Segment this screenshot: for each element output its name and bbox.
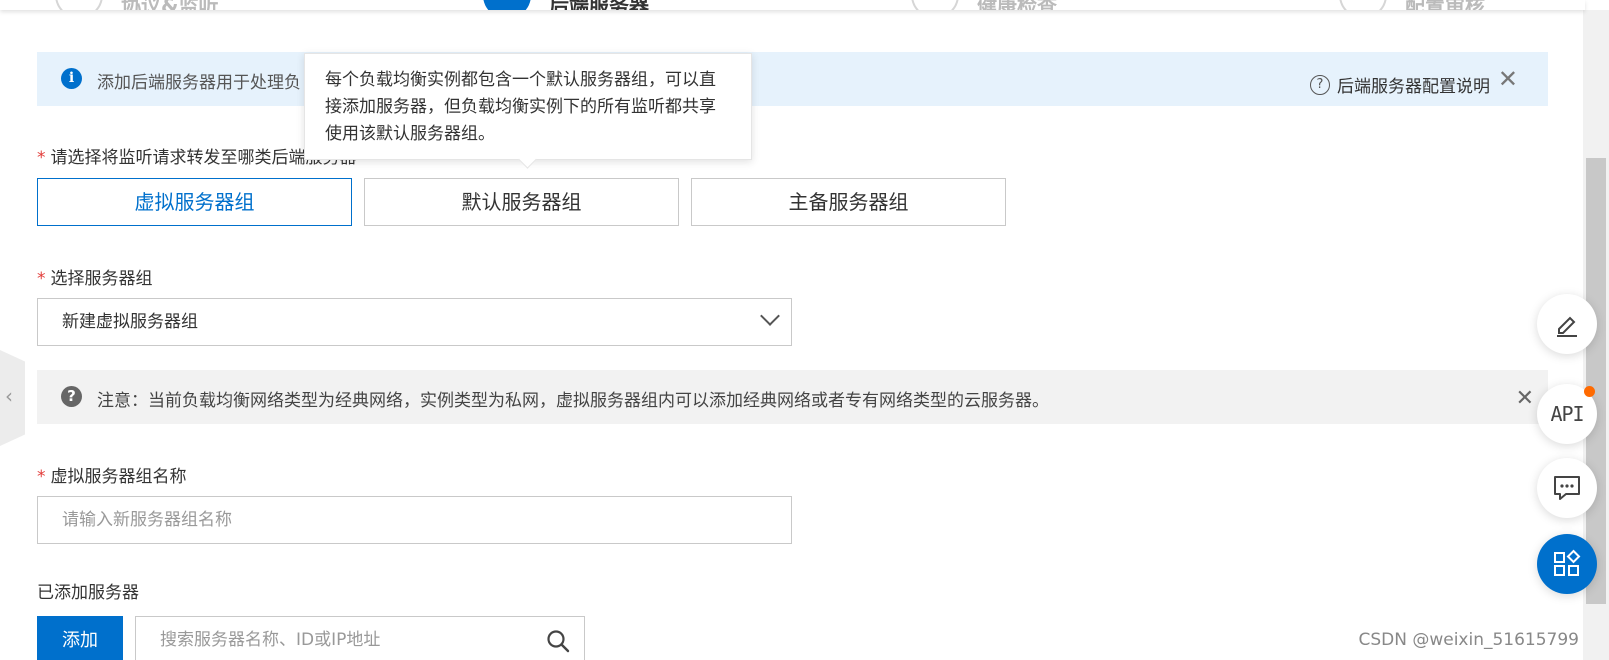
sidebar-collapse-tab[interactable]: ‹ (0, 350, 25, 446)
server-group-label: * 选择服务器组 (37, 264, 153, 289)
info-banner-text: 添加后端服务器用于处理负 (97, 73, 301, 93)
tooltip-text: 每个负载均衡实例都包含一个默认服务器组，可以直接添加服务器，但负载均衡实例下的所… (325, 70, 716, 144)
server-group-select[interactable]: 新建虚拟服务器组 (37, 298, 792, 346)
added-servers-label: 已添加服务器 (37, 583, 139, 603)
step-circle (55, 0, 103, 10)
group-name-label: * 虚拟服务器组名称 (37, 462, 187, 487)
add-server-button[interactable]: 添加 (37, 616, 123, 660)
default-group-tooltip: 每个负载均衡实例都包含一个默认服务器组，可以直接添加服务器，但负载均衡实例下的所… (304, 53, 752, 160)
step-circle (911, 0, 959, 10)
step-circle-active (483, 0, 531, 10)
wizard-steps: 协议&监听 后端服务器 健康检查 配置审核 (0, 0, 1585, 10)
watermark: CSDN @weixin_51615799 (1358, 630, 1579, 650)
virtual-server-group-button[interactable]: 虚拟服务器组 (37, 178, 352, 226)
step-label: 协议&监听 (121, 0, 218, 10)
notification-dot (1584, 386, 1595, 397)
master-slave-server-group-button[interactable]: 主备服务器组 (691, 178, 1006, 226)
info-banner: i 添加后端服务器用于处理负 ? 后端服务器配置说明 ✕ (37, 52, 1548, 106)
close-icon[interactable]: ✕ (1498, 65, 1518, 93)
step-label: 健康检查 (977, 0, 1057, 10)
chevron-left-icon: ‹ (5, 384, 13, 408)
server-search-input[interactable] (136, 617, 536, 660)
server-search-box (135, 616, 585, 660)
help-link[interactable]: ? 后端服务器配置说明 (1310, 72, 1490, 97)
search-icon[interactable] (546, 629, 570, 653)
group-name-input[interactable] (37, 496, 792, 544)
default-server-group-button[interactable]: 默认服务器组 (364, 178, 679, 226)
question-icon: ? (61, 386, 82, 407)
pencil-icon (1557, 316, 1577, 337)
help-link-label: 后端服务器配置说明 (1337, 77, 1490, 97)
api-fab-button[interactable]: API (1537, 384, 1597, 444)
required-mark: * (37, 269, 46, 289)
notice-text: 注意：当前负载均衡网络类型为经典网络，实例类型为私网，虚拟服务器组内可以添加经典… (97, 391, 1049, 411)
api-label: API (1550, 402, 1584, 426)
step-label: 配置审核 (1405, 0, 1485, 10)
server-group-label-text: 选择服务器组 (50, 269, 153, 289)
feedback-fab-button[interactable] (1537, 458, 1597, 518)
notice-banner: ? 注意：当前负载均衡网络类型为经典网络，实例类型为私网，虚拟服务器组内可以添加… (37, 370, 1548, 424)
chat-icon (1554, 476, 1580, 500)
step-circle (1339, 0, 1387, 10)
step-backend: 后端服务器 (483, 0, 649, 10)
step-review: 配置审核 (1339, 0, 1485, 10)
required-mark: * (37, 148, 46, 168)
step-listener: 协议&监听 (55, 0, 218, 10)
apps-icon (1554, 549, 1581, 576)
group-name-label-text: 虚拟服务器组名称 (50, 467, 187, 487)
info-icon: i (61, 68, 82, 89)
step-label: 后端服务器 (549, 0, 649, 10)
required-mark: * (37, 467, 46, 487)
edit-fab-button[interactable] (1537, 294, 1597, 354)
close-icon[interactable]: ✕ (1516, 386, 1534, 411)
step-health: 健康检查 (911, 0, 1057, 10)
chevron-down-icon (760, 306, 780, 326)
scrollbar-thumb[interactable] (1586, 158, 1606, 604)
server-group-select-value: 新建虚拟服务器组 (62, 312, 198, 332)
apps-fab-button[interactable] (1537, 534, 1597, 594)
question-circle-icon: ? (1310, 74, 1330, 95)
